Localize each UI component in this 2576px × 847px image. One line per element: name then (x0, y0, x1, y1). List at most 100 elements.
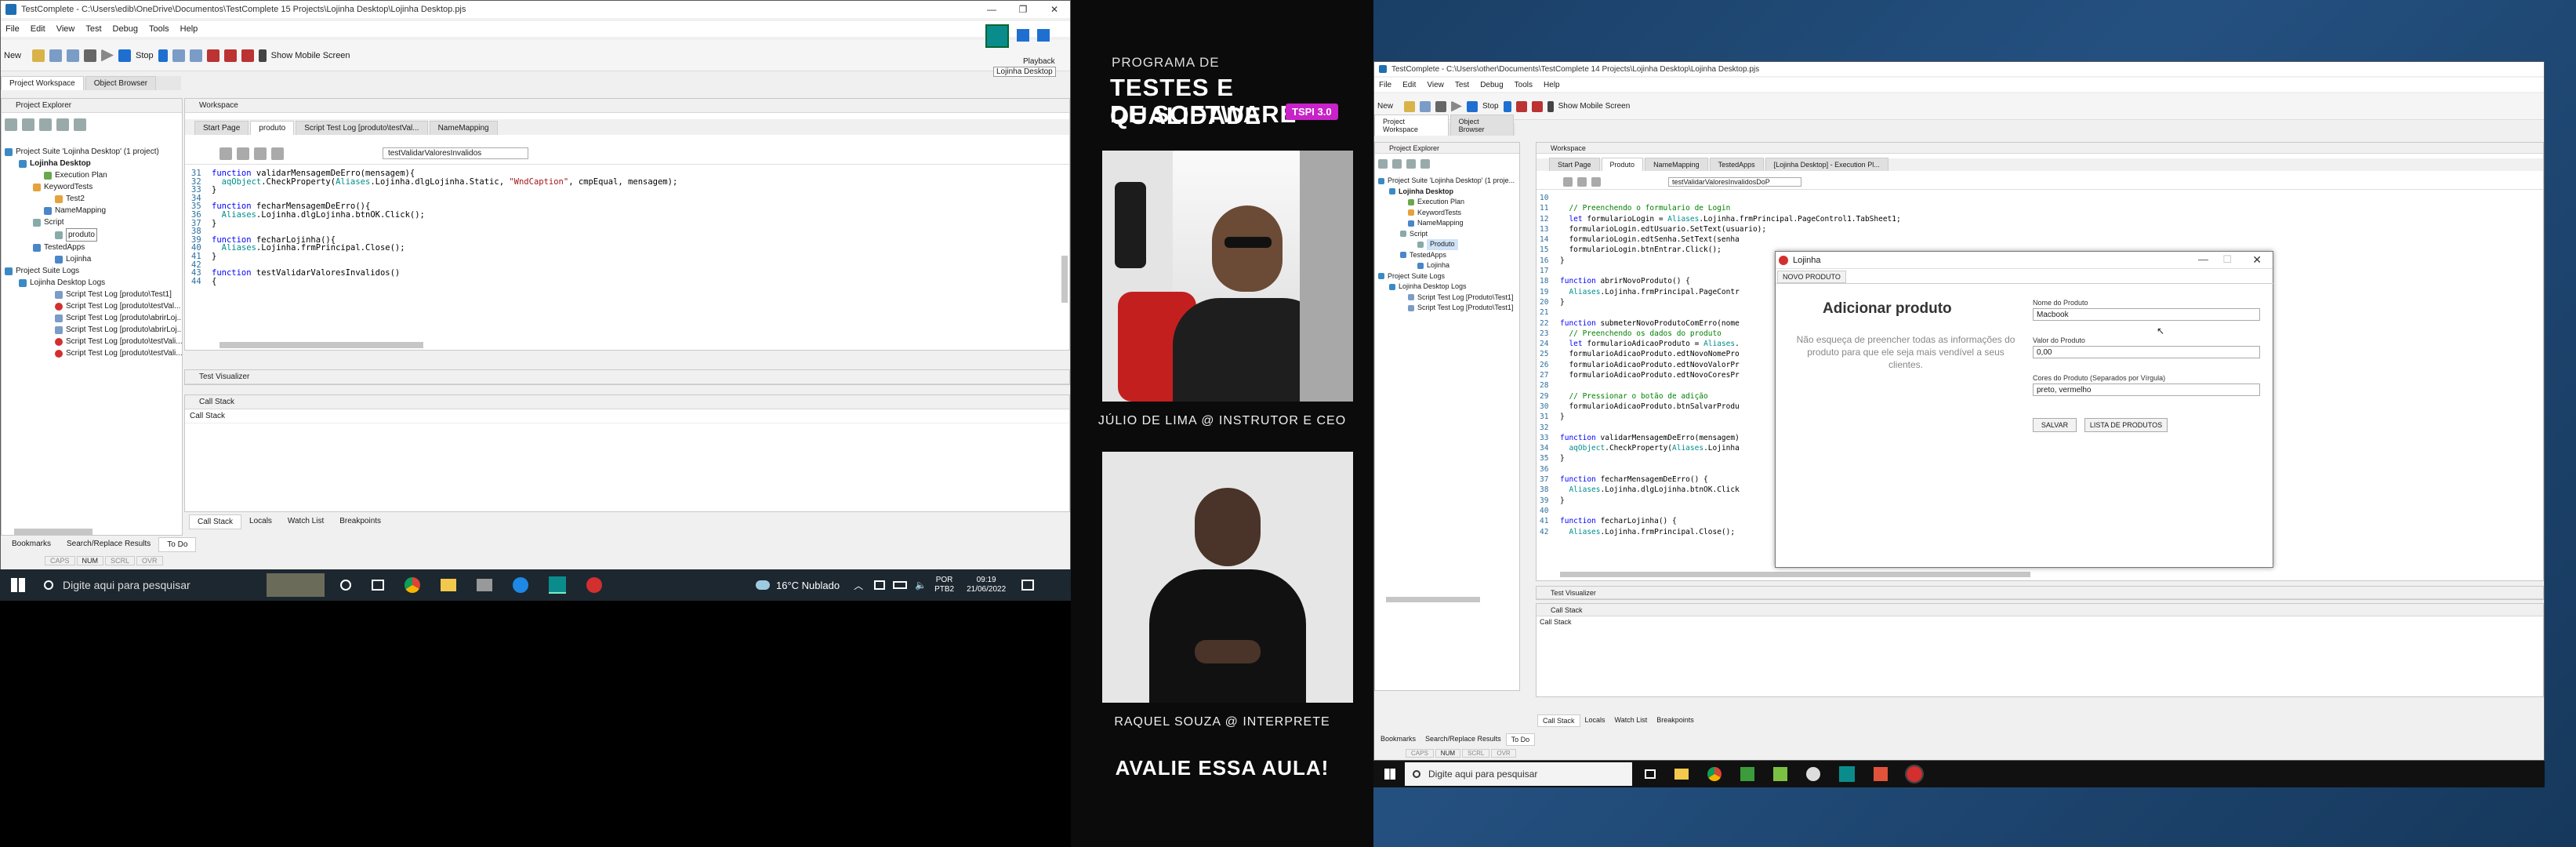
run-icon[interactable] (1406, 159, 1416, 169)
code-line[interactable]: 11 // Preenchendo o formulario de Login (1540, 203, 1901, 213)
chevron-up-icon[interactable]: ︿ (854, 579, 863, 592)
step-icon[interactable] (172, 49, 185, 62)
tab-search-replace[interactable]: Search/Replace Results (1420, 733, 1506, 746)
network-icon[interactable] (874, 580, 886, 590)
tab-project-workspace[interactable]: Project Workspace (1, 76, 84, 90)
pause-icon[interactable] (1017, 29, 1029, 42)
tab-call-stack[interactable]: Call Stack (189, 514, 242, 529)
menu-test[interactable]: Test (85, 24, 101, 34)
tab-produto[interactable]: produto (250, 121, 295, 135)
tab-script-test-log[interactable]: Script Test Log [produto\testVal... (296, 121, 428, 135)
task-view-icon[interactable] (372, 580, 384, 591)
tab-namemapping[interactable]: NameMapping (429, 121, 498, 135)
battery-icon[interactable] (893, 581, 908, 589)
menu-debug[interactable]: Debug (113, 24, 138, 34)
tab-bookmarks[interactable]: Bookmarks (4, 537, 59, 552)
file-explorer-icon[interactable] (441, 579, 456, 591)
tree-item[interactable]: Project Suite 'Lojinha Desktop' (1 proje… (5, 146, 182, 158)
tab-locals[interactable]: Locals (1580, 714, 1610, 727)
indent-icon[interactable] (1563, 176, 1573, 187)
tree-item[interactable]: NameMapping (5, 205, 182, 216)
code-line[interactable]: 32 aqObject.CheckProperty(Aliases.Lojinh… (191, 177, 677, 187)
code-line[interactable]: 33} (191, 186, 677, 194)
tree-item[interactable]: TestedApps (5, 242, 182, 253)
comment-icon[interactable] (1591, 176, 1601, 187)
pause-icon[interactable] (1503, 100, 1511, 112)
bug-icon[interactable] (206, 49, 220, 62)
add-icon[interactable] (5, 118, 17, 131)
record-icon[interactable] (1435, 100, 1447, 112)
record-icon[interactable] (84, 49, 97, 62)
tab-locals[interactable]: Locals (241, 514, 280, 529)
testcomplete-taskbar-icon[interactable] (549, 576, 566, 594)
product-colors-input[interactable]: preto, vermelho (2033, 384, 2260, 396)
task-view-icon[interactable] (1645, 769, 1656, 779)
tree-item[interactable]: Lojinha (5, 253, 182, 265)
product-name-input[interactable]: Macbook (2033, 308, 2260, 321)
refresh-icon[interactable] (74, 118, 86, 131)
chrome-icon[interactable] (405, 577, 420, 593)
run-icon[interactable] (1451, 100, 1463, 112)
tree-item[interactable]: Test2 (5, 193, 182, 205)
tab-search-replace[interactable]: Search/Replace Results (59, 537, 158, 552)
maximize-button[interactable]: ❐ (1007, 1, 1039, 18)
tab-to-do[interactable]: To Do (1505, 733, 1536, 746)
app-green-icon[interactable] (1773, 767, 1787, 781)
windows-start-icon[interactable] (1384, 769, 1395, 780)
outdent-icon[interactable] (237, 147, 249, 160)
tree-item[interactable]: Lojinha Desktop (5, 158, 182, 169)
tree-item-selected[interactable]: produto (5, 228, 182, 242)
run-icon[interactable] (39, 118, 52, 131)
tab-start-page[interactable]: Start Page (194, 121, 249, 135)
tree-item[interactable]: NameMapping (1378, 218, 1515, 229)
show-mobile-screen-button[interactable]: Show Mobile Screen (1558, 102, 1631, 111)
tree-item[interactable]: Script (5, 216, 182, 228)
tree-item[interactable]: Script Test Log [produto\testVali... (5, 347, 182, 359)
save-icon[interactable] (49, 49, 63, 62)
tree-item-selected[interactable]: Produto (1378, 239, 1515, 250)
code-line[interactable]: 40 Aliases.Lojinha.frmPrincipal.Close(); (191, 244, 677, 253)
tree-item[interactable]: Lojinha Desktop (1378, 187, 1515, 198)
tab-watch-list[interactable]: Watch List (1610, 714, 1653, 727)
tab-start-page[interactable]: Start Page (1549, 158, 1600, 171)
menu-file[interactable]: File (5, 24, 20, 34)
code-line[interactable]: 10 (1540, 193, 1901, 203)
tree-item[interactable]: Lojinha Desktop Logs (1378, 282, 1515, 293)
menu-tools[interactable]: Tools (1515, 81, 1533, 89)
editor-v-scrollbar[interactable] (1061, 256, 1068, 303)
tab-object-browser[interactable]: Object Browser (1449, 115, 1514, 136)
save-icon[interactable] (1420, 100, 1431, 112)
code-line[interactable]: 13 formularioLogin.edtUsuario.SetText(us… (1540, 224, 1901, 234)
testcomplete-taskbar-icon[interactable] (1839, 766, 1855, 782)
taskbar-search-box[interactable]: Digite aqui para pesquisar (1405, 762, 1632, 786)
code-line[interactable]: 43 function testValidarValoresInvalidos() (191, 269, 677, 278)
edit-icon[interactable] (1392, 159, 1402, 169)
menu-tools[interactable]: Tools (149, 24, 169, 34)
tree-item[interactable]: Lojinha (1378, 260, 1515, 271)
menu-file[interactable]: File (1379, 81, 1391, 89)
app-icon[interactable] (1806, 767, 1820, 781)
menu-test[interactable]: Test (1455, 81, 1469, 89)
tree-item[interactable]: Execution Plan (1378, 197, 1515, 208)
save-all-icon[interactable] (67, 49, 80, 62)
tree-item[interactable]: Execution Plan (5, 169, 182, 181)
explorer-scrollbar[interactable] (14, 529, 93, 535)
outdent-icon[interactable] (1577, 176, 1587, 187)
stop-button[interactable]: Stop (1482, 102, 1499, 111)
editor-h-scrollbar[interactable] (1560, 572, 2030, 577)
bug-add-icon[interactable] (1531, 100, 1543, 112)
stop-icon[interactable] (118, 49, 132, 62)
minimize-button[interactable]: — (2198, 253, 2208, 265)
tree-item[interactable]: KeywordTests (5, 181, 182, 193)
tab-namemapping[interactable]: NameMapping (1645, 158, 1708, 171)
code-line[interactable]: 37} (191, 219, 677, 228)
notifications-icon[interactable] (1021, 580, 1035, 591)
menu-help[interactable]: Help (1544, 81, 1560, 89)
menu-edit[interactable]: Edit (31, 24, 45, 34)
bug-remove-icon[interactable] (241, 49, 254, 62)
stop-button[interactable]: Stop (136, 51, 154, 60)
search-icon[interactable] (44, 580, 53, 590)
tab-produto[interactable]: Produto (1601, 158, 1644, 171)
app-icon[interactable] (477, 579, 492, 591)
product-value-input[interactable]: 0,00 (2033, 346, 2260, 358)
